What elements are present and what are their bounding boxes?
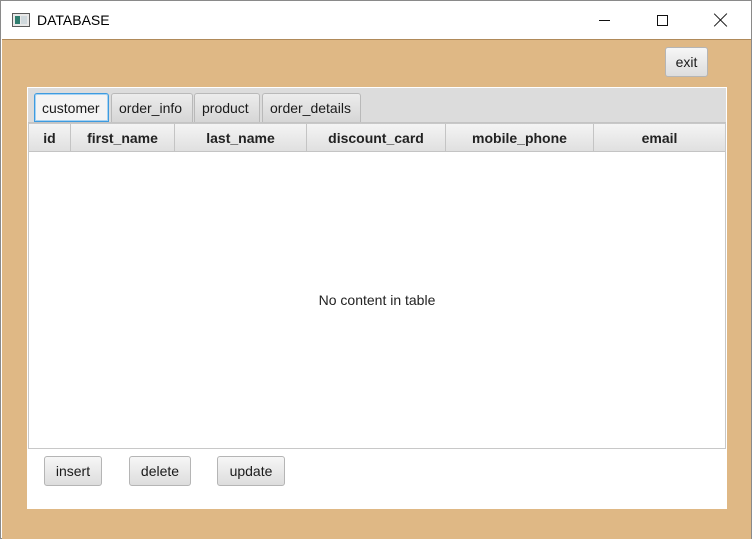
- column-header-id[interactable]: id: [29, 124, 71, 152]
- delete-button[interactable]: delete: [129, 456, 191, 486]
- tab-pane: customer order_info product order_detail…: [27, 87, 727, 509]
- tab-order-info[interactable]: order_info: [111, 93, 193, 122]
- maximize-button[interactable]: [639, 1, 685, 39]
- main-content: exit customer order_info product order_d…: [2, 39, 751, 539]
- column-header-mobile-phone[interactable]: mobile_phone: [446, 124, 594, 152]
- tab-customer[interactable]: customer: [34, 93, 109, 122]
- tab-product[interactable]: product: [194, 93, 260, 122]
- close-icon: [714, 13, 728, 27]
- update-button[interactable]: update: [217, 456, 285, 486]
- tab-strip: customer order_info product order_detail…: [28, 88, 726, 123]
- insert-button[interactable]: insert: [44, 456, 102, 486]
- close-button[interactable]: [698, 1, 744, 39]
- customer-table[interactable]: id first_name last_name discount_card mo…: [28, 123, 726, 449]
- column-header-last-name[interactable]: last_name: [175, 124, 307, 152]
- exit-button[interactable]: exit: [665, 47, 708, 77]
- column-header-discount-card[interactable]: discount_card: [307, 124, 446, 152]
- app-icon: [12, 13, 30, 27]
- app-window: DATABASE exit customer order_info produc…: [0, 0, 752, 539]
- column-header-first-name[interactable]: first_name: [71, 124, 175, 152]
- minimize-icon: [598, 19, 610, 21]
- table-header: id first_name last_name discount_card mo…: [29, 124, 725, 152]
- window-title: DATABASE: [37, 12, 110, 28]
- minimize-button[interactable]: [581, 1, 627, 39]
- empty-table-message: No content in table: [318, 292, 436, 308]
- title-bar[interactable]: DATABASE: [1, 1, 751, 39]
- maximize-icon: [656, 14, 668, 26]
- column-header-email[interactable]: email: [594, 124, 725, 152]
- tab-order-details[interactable]: order_details: [262, 93, 361, 122]
- action-bar: insert delete update: [27, 449, 727, 509]
